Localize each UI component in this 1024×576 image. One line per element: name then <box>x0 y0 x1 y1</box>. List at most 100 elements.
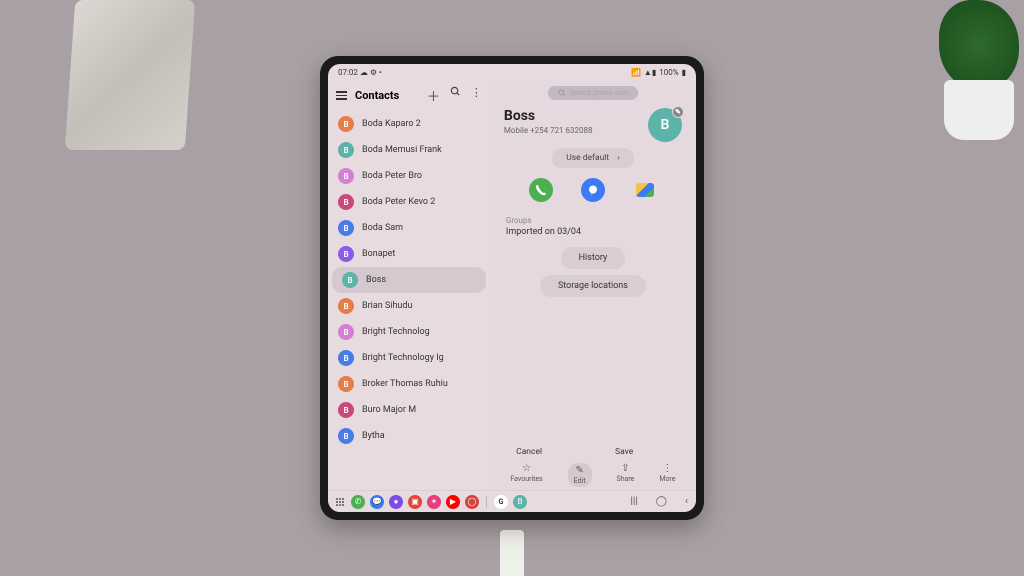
contact-name-label: Boda Peter Bro <box>362 171 422 181</box>
edit-action[interactable]: ✎Edit <box>568 463 592 487</box>
avatar: B <box>338 350 354 366</box>
gear-icon: ⚙ <box>370 68 377 77</box>
taskbar: ✆ 💬 ● ▣ ✶ ▶ ◯ G B ||| ◯ ‹ <box>328 490 696 512</box>
contact-detail-pane: Search phone num Boss Mobile +254 721 63… <box>490 80 696 490</box>
contact-phone: Mobile +254 721 632088 <box>504 126 593 135</box>
contact-name-label: Bright Technolog <box>362 327 430 337</box>
avatar: B <box>338 220 354 236</box>
contact-avatar[interactable]: B ✎ <box>648 108 682 142</box>
favourites-action[interactable]: ☆Favourites <box>510 463 542 487</box>
contact-row[interactable]: B Bright Technolog <box>328 319 490 345</box>
action-label: Share <box>617 475 635 483</box>
avatar: B <box>338 324 354 340</box>
contact-row[interactable]: B Boda Sam <box>328 215 490 241</box>
chevron-right-icon: › <box>617 153 620 163</box>
app-icon-red[interactable]: ▣ <box>408 495 422 509</box>
video-call-button[interactable] <box>633 178 657 202</box>
contact-name-label: Brian Sihudu <box>362 301 412 311</box>
call-button[interactable] <box>529 178 553 202</box>
contact-list[interactable]: BBoda Kaparo 2BBoda Memusi FrankBBoda Pe… <box>328 111 490 490</box>
contact-row[interactable]: B Boda Memusi Frank <box>328 137 490 163</box>
misc-icon: • <box>379 68 382 77</box>
battery-text: 100% <box>659 68 678 77</box>
avatar: B <box>342 272 358 288</box>
share-icon: ⇪ <box>621 463 629 474</box>
contact-row[interactable]: B Bonapet <box>328 241 490 267</box>
more-icon: ⋮ <box>662 463 672 474</box>
app-title: Contacts <box>355 89 399 102</box>
more-action[interactable]: ⋮More <box>659 463 675 487</box>
share-action[interactable]: ⇪Share <box>617 463 635 487</box>
back-nav-icon[interactable]: ‹ <box>685 496 688 507</box>
battery-icon: ▮ <box>682 68 686 77</box>
google-app-icon[interactable]: G <box>494 495 508 509</box>
contact-row[interactable]: BBoda Kaparo 2 <box>328 111 490 137</box>
avatar: B <box>338 376 354 392</box>
contacts-pane: Contacts ＋ ⋮ BBoda Kaparo 2BBoda Memusi … <box>328 80 490 490</box>
contact-name-label: Boss <box>366 275 386 285</box>
search-phone-text: Search phone num <box>570 89 628 97</box>
signal-icon: ▲▮ <box>644 68 656 77</box>
avatar: B <box>338 402 354 418</box>
use-default-button[interactable]: Use default › <box>552 148 634 168</box>
device-frame: 07:02 ☁ ⚙ • 📶 ▲▮ 100% ▮ Contacts ＋ <box>320 56 704 520</box>
contact-name-label: Bonapet <box>362 249 395 259</box>
contact-name-label: Bright Technology Ig <box>362 353 444 363</box>
groups-value: Imported on 03/04 <box>506 227 680 237</box>
screen: 07:02 ☁ ⚙ • 📶 ▲▮ 100% ▮ Contacts ＋ <box>328 64 696 512</box>
contact-row[interactable]: BBrian Sihudu <box>328 293 490 319</box>
contact-row[interactable]: B Bytha <box>328 423 490 449</box>
contact-row[interactable]: B Boda Peter Kevo 2 <box>328 189 490 215</box>
recents-nav-icon[interactable]: ||| <box>630 496 637 507</box>
search-icon[interactable] <box>450 86 461 105</box>
detail-bottom-bar: Cancel Save ☆Favourites✎Edit⇪Share⋮More <box>498 459 688 490</box>
app-icon-purple[interactable]: ● <box>389 495 403 509</box>
status-bar: 07:02 ☁ ⚙ • 📶 ▲▮ 100% ▮ <box>328 64 696 80</box>
storage-locations-button[interactable]: Storage locations <box>540 275 646 297</box>
taskbar-divider <box>486 496 487 508</box>
avatar: B <box>338 246 354 262</box>
menu-icon[interactable] <box>336 91 347 100</box>
status-left: 07:02 ☁ ⚙ • <box>338 68 382 77</box>
contact-name-label: Boda Memusi Frank <box>362 145 442 155</box>
kebab-icon[interactable]: ⋮ <box>471 86 482 105</box>
contact-row[interactable]: B Boss <box>332 267 486 293</box>
favourites-icon: ☆ <box>522 463 531 474</box>
clock: 07:02 <box>338 68 358 77</box>
contact-row[interactable]: B Buro Major M <box>328 397 490 423</box>
message-button[interactable] <box>581 178 605 202</box>
save-button[interactable]: Save <box>615 447 633 457</box>
search-pill[interactable]: Search phone num <box>548 86 638 100</box>
contact-row[interactable]: BBoda Peter Bro <box>328 163 490 189</box>
edit-avatar-icon[interactable]: ✎ <box>672 106 684 118</box>
history-button[interactable]: History <box>561 247 626 269</box>
phone-app-icon[interactable]: ✆ <box>351 495 365 509</box>
app-icon-pink[interactable]: ✶ <box>427 495 441 509</box>
app-icon-red2[interactable]: ◯ <box>465 495 479 509</box>
action-label: Favourites <box>510 475 542 483</box>
contact-name-label: Buro Major M <box>362 405 416 415</box>
youtube-icon[interactable]: ▶ <box>446 495 460 509</box>
edit-icon: ✎ <box>575 465 583 476</box>
wifi-icon: 📶 <box>631 68 641 77</box>
home-nav-icon[interactable]: ◯ <box>656 496 667 507</box>
avatar: B <box>338 194 354 210</box>
contact-row[interactable]: B Bright Technology Ig <box>328 345 490 371</box>
duo-icon <box>636 183 654 197</box>
app-header: Contacts ＋ ⋮ <box>328 80 490 111</box>
apps-grid-icon[interactable] <box>336 498 346 506</box>
avatar: B <box>338 142 354 158</box>
avatar: B <box>338 116 354 132</box>
action-label: More <box>659 475 675 483</box>
add-button[interactable]: ＋ <box>427 86 440 105</box>
contacts-app-icon[interactable]: B <box>513 495 527 509</box>
contact-row[interactable]: B Broker Thomas Ruhiu <box>328 371 490 397</box>
groups-section[interactable]: Groups Imported on 03/04 <box>498 212 688 241</box>
contact-name-label: Boda Peter Kevo 2 <box>362 197 435 207</box>
contact-name-label: Bytha <box>362 431 385 441</box>
contact-name-label: Broker Thomas Ruhiu <box>362 379 448 389</box>
messages-app-icon[interactable]: 💬 <box>370 495 384 509</box>
avatar: B <box>338 428 354 444</box>
contact-name-label: Boda Sam <box>362 223 403 233</box>
cancel-button[interactable]: Cancel <box>516 447 542 457</box>
